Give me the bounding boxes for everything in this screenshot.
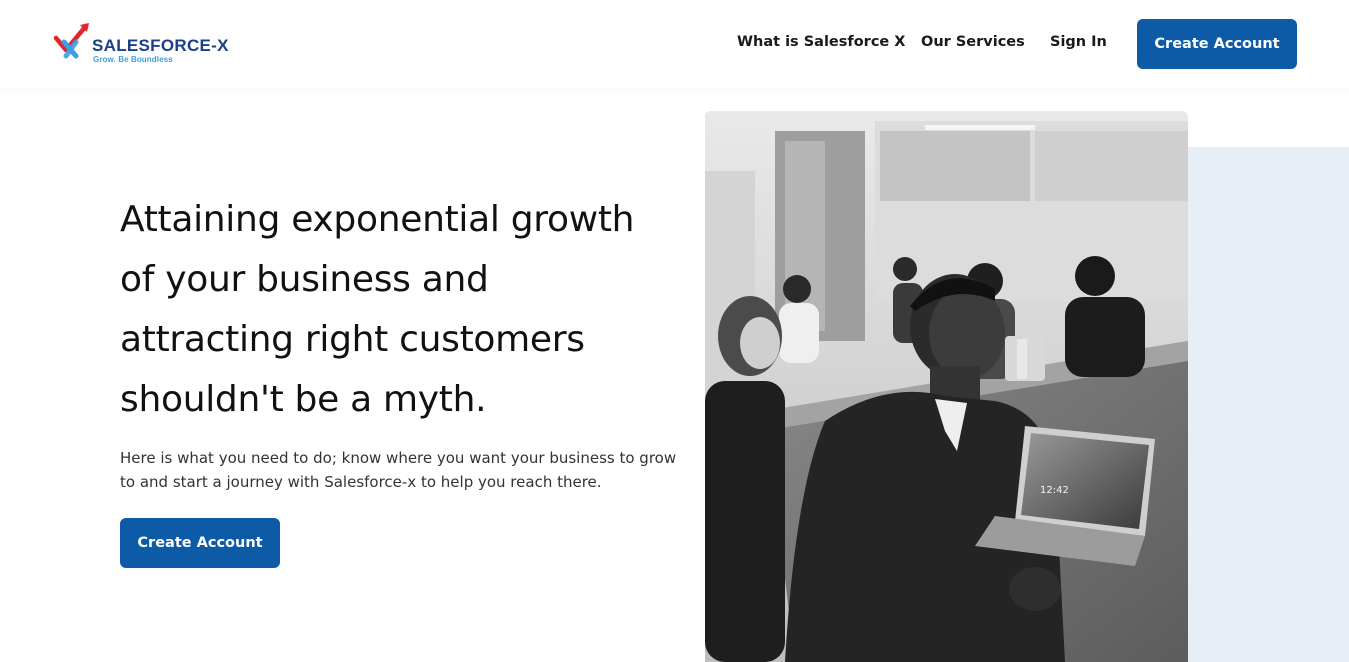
create-account-button-header[interactable]: Create Account <box>1137 19 1297 69</box>
brand-logo[interactable]: SALESFORCE-X Grow. Be Boundless <box>50 20 240 68</box>
meeting-photo-illustration: 12:42 <box>705 111 1188 662</box>
hero-description: Here is what you need to do; know where … <box>120 449 677 491</box>
nav-link-sign-in[interactable]: Sign In <box>1050 34 1107 50</box>
brand-name: SALESFORCE-X <box>92 36 229 55</box>
hero-title: Attaining exponential growth of your bus… <box>120 190 700 430</box>
nav-link-what-is[interactable]: What is Salesforce X <box>737 34 905 50</box>
laptop-clock: 12:42 <box>1040 485 1069 496</box>
create-account-button-hero[interactable]: Create Account <box>120 518 280 568</box>
hero-accent-panel <box>1188 147 1349 662</box>
hero-title-line: Attaining exponential growth <box>120 199 635 240</box>
logo-mark-icon <box>53 23 89 59</box>
site-header: SALESFORCE-X Grow. Be Boundless What is … <box>0 0 1349 88</box>
nav-link-services[interactable]: Our Services <box>921 34 1025 50</box>
brand-tagline: Grow. Be Boundless <box>93 55 173 64</box>
hero-title-line: of your business and <box>120 259 489 300</box>
hero-photo: 12:42 <box>705 111 1188 662</box>
hero-title-line: attracting right customers <box>120 319 585 360</box>
hero-title-line: shouldn't be a myth. <box>120 379 487 420</box>
